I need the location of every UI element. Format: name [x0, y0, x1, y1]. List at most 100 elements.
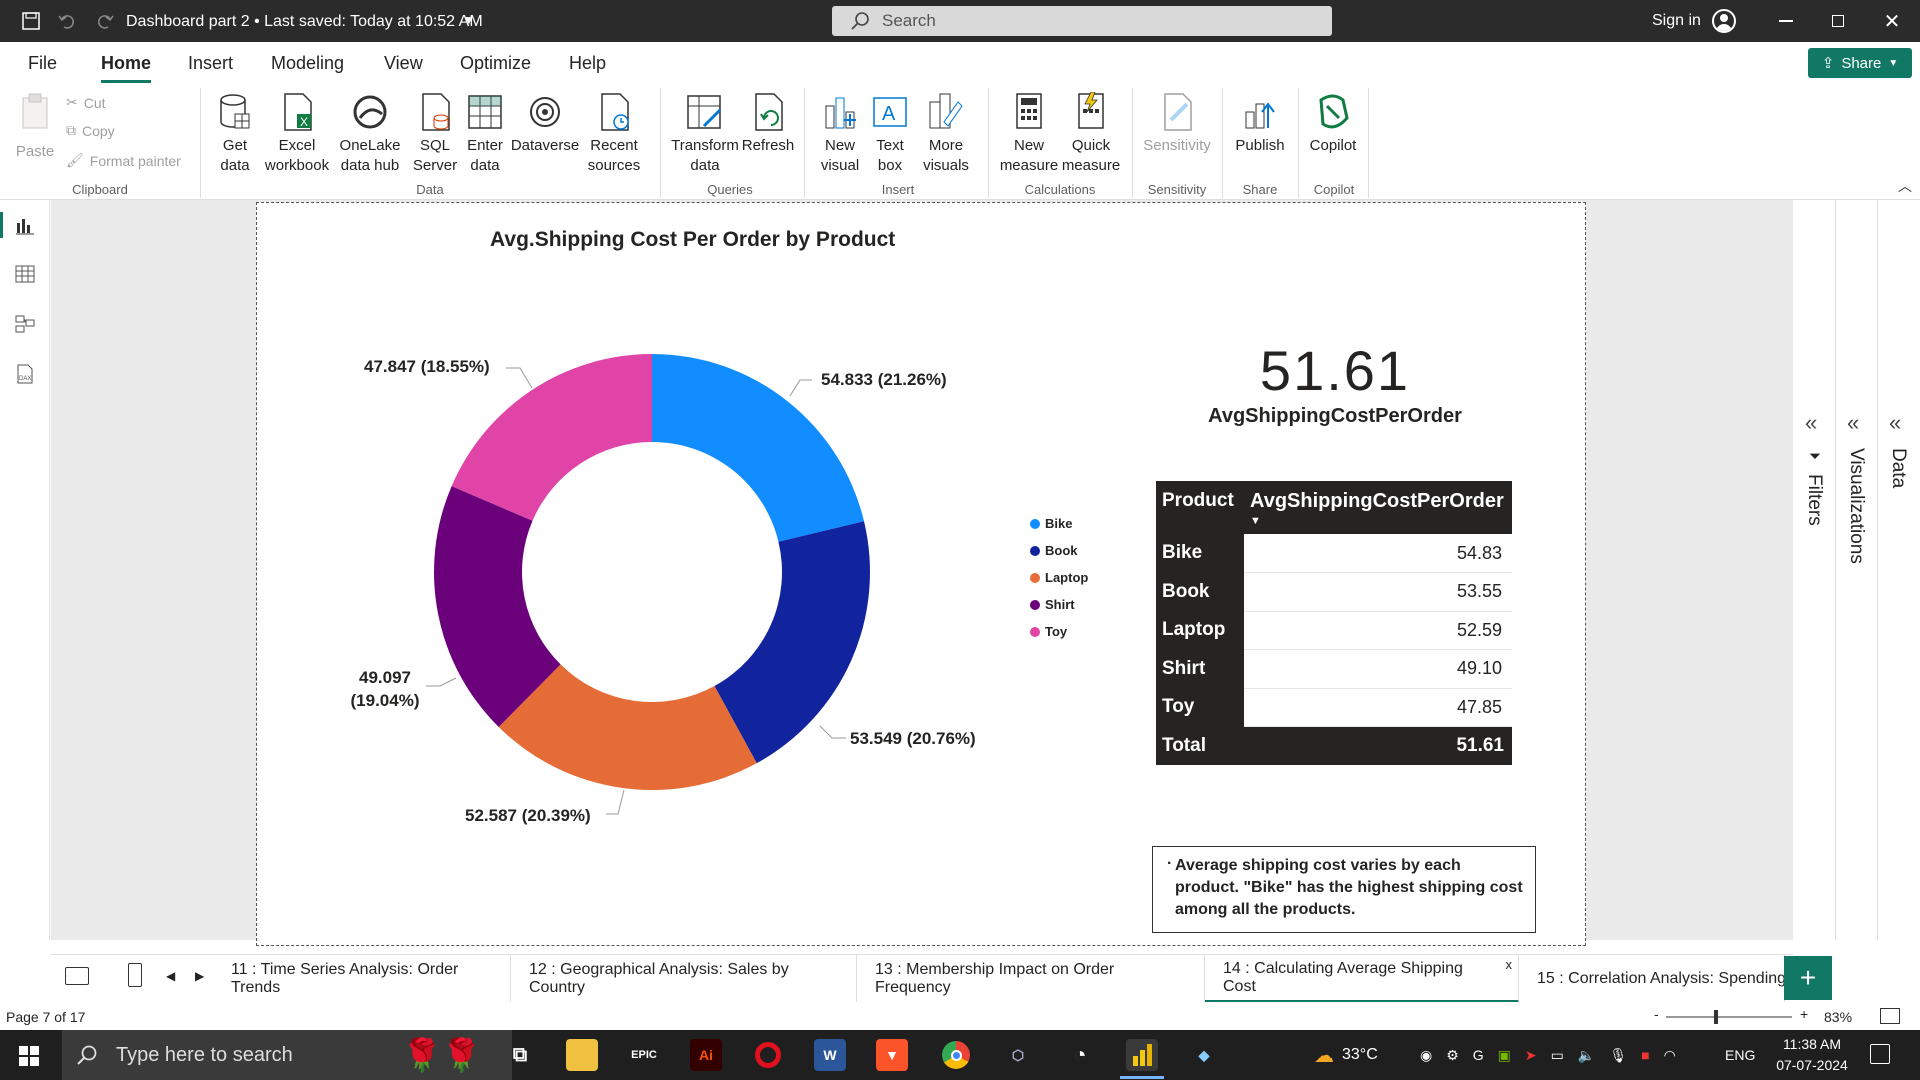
microphone-icon[interactable]: 🎙 — [1609, 1047, 1627, 1064]
search-input[interactable]: Search — [832, 6, 1332, 36]
menu-insert[interactable]: Insert — [188, 53, 233, 74]
opera-icon[interactable] — [752, 1039, 784, 1071]
brave-icon[interactable]: ▼ — [876, 1039, 908, 1071]
notifications-icon[interactable] — [1870, 1044, 1890, 1064]
menu-modeling[interactable]: Modeling — [271, 53, 344, 74]
legend-item-book[interactable]: Book — [1030, 537, 1088, 564]
menu-home[interactable]: Home — [101, 53, 152, 83]
product-table[interactable]: Product AvgShippingCostPerOrder ▼ Bike 54… — [1156, 481, 1512, 765]
chrome-icon[interactable] — [940, 1039, 972, 1071]
chevron-down-icon[interactable]: ▼ — [463, 13, 475, 27]
publish-button[interactable]: Publish — [1232, 90, 1288, 156]
zoom-slider-thumb[interactable] — [1714, 1010, 1718, 1024]
restore-button[interactable] — [1818, 8, 1858, 34]
scroll-right-icon[interactable]: ▶ — [195, 969, 204, 983]
power-bi-icon[interactable] — [1126, 1039, 1158, 1071]
page-tab-active[interactable]: 14 : Calculating Average Shipping Cost x — [1205, 955, 1519, 1003]
page-tab[interactable]: 12 : Geographical Analysis: Sales by Cou… — [511, 955, 857, 1003]
legend-item-shirt[interactable]: Shirt — [1030, 591, 1088, 618]
collapse-ribbon-icon[interactable]: ︿ — [1898, 176, 1912, 196]
zoom-slider[interactable] — [1666, 1010, 1792, 1024]
word-icon[interactable]: W — [814, 1039, 846, 1071]
tray-app-icon[interactable]: ■ — [1641, 1047, 1649, 1063]
dataverse-button[interactable]: Dataverse — [510, 90, 580, 156]
enter-data-button[interactable]: Enter data — [462, 90, 508, 176]
text-box-button[interactable]: A Text box — [866, 90, 914, 176]
table-header-product[interactable]: Product — [1156, 481, 1244, 534]
legend-item-laptop[interactable]: Laptop — [1030, 564, 1088, 591]
zoom-level[interactable]: 83% — [1824, 1009, 1852, 1025]
close-button[interactable]: ✕ — [1872, 8, 1912, 34]
legend-item-bike[interactable]: Bike — [1030, 510, 1088, 537]
menu-view[interactable]: View — [384, 53, 423, 74]
sensitivity-button[interactable]: Sensitivity — [1140, 90, 1214, 156]
save-icon[interactable] — [20, 10, 42, 32]
report-view-icon[interactable] — [13, 213, 37, 237]
share-button[interactable]: ⇪ Share ▼ — [1808, 48, 1912, 78]
tray-app-icon[interactable]: ◉ — [1420, 1047, 1432, 1064]
new-visual-button[interactable]: New visual — [816, 90, 864, 176]
sign-in-link[interactable]: Sign in — [1652, 12, 1701, 30]
copilot-button[interactable]: Copilot — [1306, 90, 1360, 156]
fit-to-page-icon[interactable] — [1880, 1008, 1900, 1024]
zoom-in-icon[interactable]: + — [1800, 1006, 1808, 1022]
mobile-layout-icon[interactable] — [128, 963, 142, 987]
battery-icon[interactable]: ▭ — [1551, 1047, 1564, 1064]
copy-button[interactable]: ⧉ Copy — [66, 122, 115, 139]
visualizations-pane-tab[interactable]: Visualizations — [1845, 448, 1867, 564]
avatar-icon[interactable] — [1712, 9, 1736, 33]
table-header-avg-shipping[interactable]: AvgShippingCostPerOrder ▼ — [1244, 481, 1512, 534]
windows-start-icon[interactable] — [19, 1046, 39, 1066]
data-pane-tab[interactable]: Data — [1887, 448, 1909, 488]
tray-app-icon[interactable]: ▣ — [1498, 1047, 1511, 1064]
collapse-filters-icon[interactable]: « — [1805, 410, 1817, 436]
page-tab[interactable]: 15 : Correlation Analysis: Spending v — [1519, 955, 1785, 1003]
desktop-layout-icon[interactable] — [65, 967, 89, 985]
close-tab-icon[interactable]: x — [1506, 957, 1513, 972]
page-tab[interactable]: 13 : Membership Impact on Order Frequenc… — [857, 955, 1205, 1003]
insight-text-box[interactable]: Average shipping cost varies by each pro… — [1152, 846, 1536, 933]
model-view-icon[interactable] — [13, 312, 37, 336]
scroll-left-icon[interactable]: ◀ — [166, 969, 175, 983]
collapse-visualizations-icon[interactable]: « — [1847, 410, 1859, 436]
zoom-out-icon[interactable]: - — [1654, 1006, 1659, 1022]
task-view-icon[interactable]: ⧉ — [504, 1039, 536, 1071]
page-tab[interactable]: 11 : Time Series Analysis: Order Trends — [213, 955, 511, 1003]
add-page-button[interactable]: + — [1784, 956, 1832, 1000]
more-visuals-button[interactable]: More visuals — [918, 90, 974, 176]
collapse-data-icon[interactable]: « — [1889, 410, 1901, 436]
wifi-icon[interactable]: ◠ — [1664, 1047, 1676, 1064]
taskbar-search-input[interactable]: Type here to search 🌹🌹 — [62, 1030, 512, 1080]
legend-item-toy[interactable]: Toy — [1030, 618, 1088, 645]
weather-widget[interactable]: ☁ 33°C — [1314, 1030, 1378, 1080]
paste-button[interactable]: Paste — [14, 90, 56, 162]
excel-workbook-button[interactable]: X Excel workbook — [262, 90, 332, 176]
illustrator-icon[interactable]: Ai — [690, 1039, 722, 1071]
menu-help[interactable]: Help — [569, 53, 606, 74]
clock[interactable]: 11:38 AM 07-07-2024 — [1768, 1034, 1856, 1076]
menu-optimize[interactable]: Optimize — [460, 53, 531, 74]
cube-app-icon[interactable]: ⬡ — [1002, 1039, 1034, 1071]
donut-slice-toy[interactable] — [451, 354, 652, 521]
get-data-button[interactable]: Get data — [208, 90, 262, 176]
donut-slice-book[interactable] — [714, 521, 870, 764]
tray-app-icon[interactable]: ➤ — [1525, 1047, 1537, 1064]
file-explorer-icon[interactable] — [566, 1039, 598, 1071]
redo-icon[interactable] — [94, 10, 116, 32]
dax-query-view-icon[interactable]: DAX — [13, 362, 37, 386]
tray-app-icon[interactable]: ⚙ — [1446, 1047, 1459, 1064]
minimize-button[interactable] — [1766, 8, 1806, 34]
epic-games-icon[interactable]: EPIC — [628, 1039, 660, 1071]
document-title[interactable]: Dashboard part 2 • Last saved: Today at … — [126, 13, 483, 31]
clock-app-icon[interactable]: ◔ — [1064, 1039, 1096, 1071]
transform-data-button[interactable]: Transform data — [668, 90, 742, 176]
volume-icon[interactable]: 🔈 — [1578, 1047, 1595, 1064]
crystal-app-icon[interactable]: ◆ — [1188, 1039, 1220, 1071]
format-painter-button[interactable]: 🖌 Format painter — [66, 152, 181, 169]
undo-icon[interactable] — [56, 10, 78, 32]
refresh-button[interactable]: Refresh — [740, 90, 796, 156]
language-indicator[interactable]: ENG — [1725, 1030, 1755, 1080]
cut-button[interactable]: ✂ Cut — [66, 94, 106, 111]
tray-app-icon[interactable]: G — [1473, 1047, 1484, 1063]
sql-server-button[interactable]: SQL Server — [410, 90, 460, 176]
